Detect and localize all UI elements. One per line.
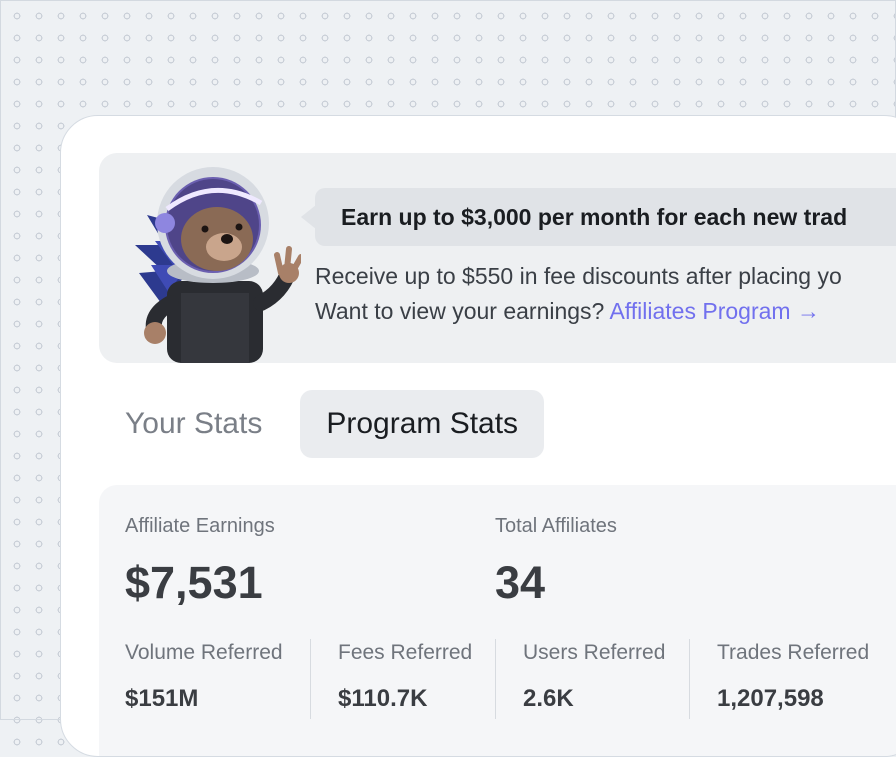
speech-bubble-tail xyxy=(301,205,316,229)
metric-divider xyxy=(495,639,496,719)
affiliate-banner: Earn up to $3,000 per month for each new… xyxy=(99,153,896,363)
total-affiliates-value: 34 xyxy=(495,557,546,608)
affiliates-program-link[interactable]: Affiliates Program → xyxy=(609,298,819,324)
metric-value: 1,207,598 xyxy=(717,685,824,712)
metric-value: $110.7K xyxy=(338,685,428,712)
tab-program-stats[interactable]: Program Stats xyxy=(300,390,545,458)
metric-value: 2.6K xyxy=(523,685,574,712)
headline-bubble: Earn up to $3,000 per month for each new… xyxy=(315,188,896,246)
metric-label: Fees Referred xyxy=(338,641,473,664)
banner-description: Receive up to $550 in fee discounts afte… xyxy=(315,263,842,289)
metric-label: Trades Referred xyxy=(717,641,870,664)
total-affiliates-label: Total Affiliates xyxy=(495,515,617,537)
stats-tabs: Your Stats Program Stats xyxy=(99,389,545,459)
metric-value: $151M xyxy=(125,685,199,712)
affiliate-card: Earn up to $3,000 per month for each new… xyxy=(60,115,896,757)
metric-divider xyxy=(310,639,311,719)
affiliate-earnings-label: Affiliate Earnings xyxy=(125,515,275,537)
banner-earnings-line: Want to view your earnings? Affiliates P… xyxy=(315,298,820,325)
banner-earnings-prompt: Want to view your earnings? xyxy=(315,298,610,324)
stats-panel: Affiliate Earnings $7,531 Total Affiliat… xyxy=(99,485,896,756)
banner-headline: Earn up to $3,000 per month for each new… xyxy=(341,203,848,230)
metric-label: Users Referred xyxy=(523,641,666,664)
astronaut-mascot-icon xyxy=(135,167,301,363)
metric-divider xyxy=(689,639,690,719)
metric-label: Volume Referred xyxy=(125,641,283,664)
affiliate-earnings-value: $7,531 xyxy=(125,557,263,608)
tab-your-stats[interactable]: Your Stats xyxy=(99,390,300,458)
